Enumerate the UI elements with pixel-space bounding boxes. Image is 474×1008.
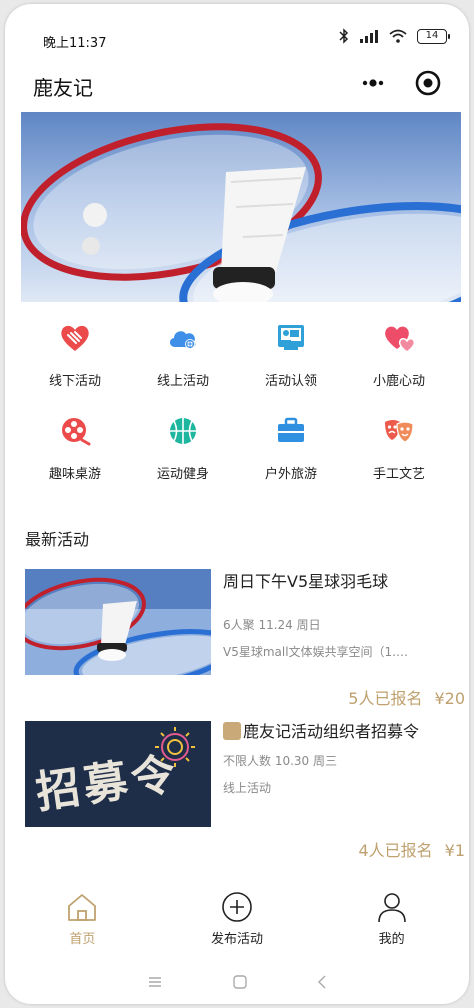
banner-carousel[interactable] [21, 112, 461, 302]
tab-label: 发布活动 [210, 932, 263, 947]
double-heart-icon [381, 320, 417, 356]
activity-thumbnail: 招募令 [25, 721, 211, 827]
category-label: 户外旅游 [264, 467, 317, 482]
category-heartbeat[interactable]: 小鹿心动 [345, 320, 453, 389]
activity-info: 鹿友记活动组织者招募令 不限人数 10.30 周三 线上活动 [223, 719, 465, 796]
activity-title: 周日下午V5星球羽毛球 [223, 572, 389, 591]
close-miniprogram-icon[interactable] [413, 68, 443, 98]
film-reel-icon [57, 413, 93, 449]
home-square-icon[interactable] [233, 975, 247, 989]
category-claim[interactable]: 活动认领 [237, 320, 345, 389]
activity-signup: 4人已报名 ¥1 [358, 837, 465, 861]
category-boardgame[interactable]: 趣味桌游 [21, 413, 129, 482]
ball-icon [165, 413, 201, 449]
tab-bar: 首页 发布活动 我的 [5, 880, 469, 960]
signup-count: 4人已报名 [358, 841, 433, 860]
category-label: 小鹿心动 [372, 374, 425, 389]
user-icon [377, 893, 406, 923]
category-travel[interactable]: 户外旅游 [237, 413, 345, 482]
plus-circle-icon [222, 892, 252, 922]
presentation-icon [273, 320, 309, 356]
tab-label: 首页 [69, 932, 96, 947]
official-tag-icon [223, 722, 241, 740]
status-icons: 14 [339, 28, 450, 44]
masks-icon [381, 413, 417, 449]
category-crafts[interactable]: 手工文艺 [345, 413, 453, 482]
activity-title-text: 鹿友记活动组织者招募令 [243, 722, 420, 741]
category-label: 运动健身 [156, 467, 209, 482]
activity-card[interactable]: 招募令 鹿友记活动组织者招募令 不限人数 10.30 周三 线上活动 4人已报名… [25, 719, 465, 860]
activity-location: V5星球mall文体娱共享空间（1.… [223, 645, 409, 659]
activity-title: 鹿友记活动组织者招募令 [223, 719, 465, 744]
category-label: 手工文艺 [372, 467, 425, 482]
activity-info: 周日下午V5星球羽毛球 6人聚 11.24 周日 V5星球mall文体娱共享空间… [223, 569, 465, 660]
category-label: 线上活动 [156, 374, 209, 389]
category-sports[interactable]: 运动健身 [129, 413, 237, 482]
activity-card[interactable]: 周日下午V5星球羽毛球 6人聚 11.24 周日 V5星球mall文体娱共享空间… [25, 569, 465, 708]
badminton-thumbnail-image [25, 569, 211, 675]
status-bar: 晚上11:37 14 [5, 4, 469, 60]
category-label: 趣味桌游 [48, 467, 101, 482]
phone-screen: 晚上11:37 14 鹿友记 线下活动 线上活动 活动认领 小鹿心动 趣味桌游 … [5, 4, 469, 1004]
heart-hands-icon [57, 320, 93, 356]
suitcase-icon [273, 413, 309, 449]
bluetooth-icon [339, 28, 349, 44]
signup-count: 5人已报名 [348, 689, 423, 708]
signal-icon [360, 30, 378, 43]
activity-price: ¥1 [444, 841, 465, 860]
home-icon [68, 894, 97, 921]
status-time: 晚上11:37 [43, 36, 107, 51]
tab-mine[interactable]: 我的 [314, 880, 469, 960]
activity-location: 线上活动 [223, 781, 272, 795]
cloud-icon [165, 320, 201, 356]
activity-price: ¥20 [434, 689, 465, 708]
activity-meta: 6人聚 11.24 周日 [223, 618, 321, 632]
activity-thumbnail [25, 569, 211, 675]
activity-meta: 不限人数 10.30 周三 [223, 754, 337, 768]
section-title: 最新活动 [25, 530, 90, 549]
more-options-icon[interactable] [353, 70, 393, 96]
back-icon[interactable] [317, 975, 327, 989]
category-grid: 线下活动 线上活动 活动认领 小鹿心动 趣味桌游 运动健身 户外旅游 手工文艺 [5, 320, 469, 482]
category-label: 活动认领 [264, 374, 317, 389]
category-label: 线下活动 [48, 374, 101, 389]
category-offline[interactable]: 线下活动 [21, 320, 129, 389]
page-title: 鹿友记 [33, 76, 93, 100]
tab-publish[interactable]: 发布活动 [160, 880, 315, 960]
activity-signup: 5人已报名 ¥20 [348, 685, 465, 709]
menu-icon[interactable] [147, 976, 163, 988]
battery-icon: 14 [417, 28, 450, 44]
badminton-banner-image [21, 112, 461, 302]
tab-label: 我的 [378, 932, 405, 947]
nav-bar: 鹿友记 [5, 60, 469, 108]
tab-home[interactable]: 首页 [5, 880, 160, 960]
category-online[interactable]: 线上活动 [129, 320, 237, 389]
wifi-icon [389, 29, 407, 43]
system-navigation [5, 962, 469, 1002]
